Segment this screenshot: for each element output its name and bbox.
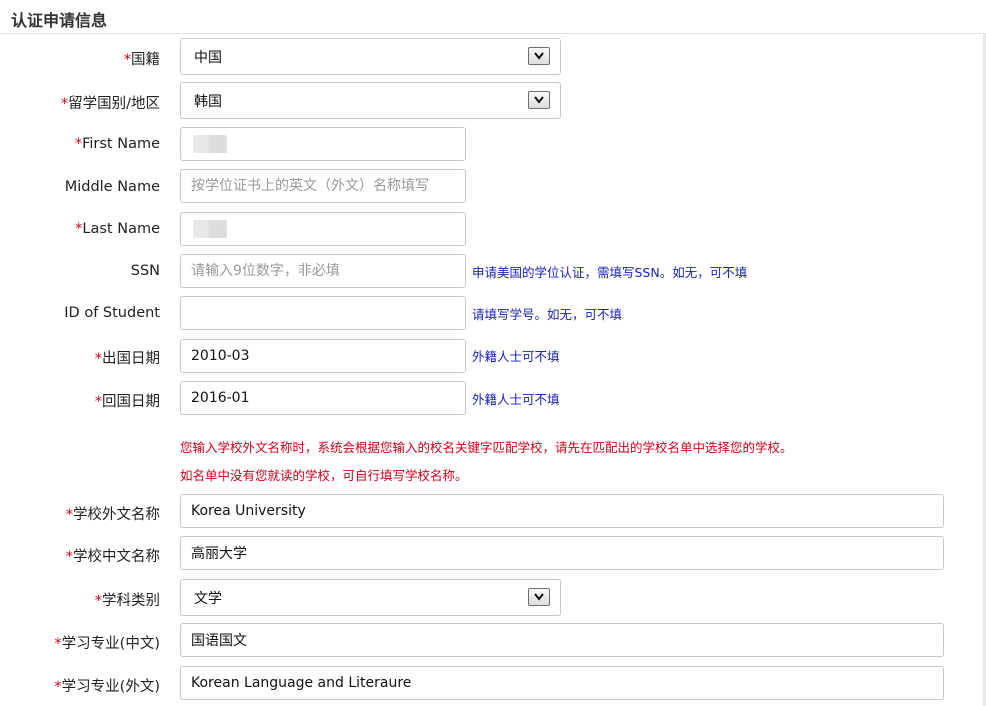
return-date-hint: 外籍人士可不填 [472,392,560,407]
nationality-selected-value: 中国 [194,50,222,66]
middle-name-input[interactable] [180,169,466,203]
chevron-down-icon[interactable] [528,91,550,109]
major-foreign-input[interactable] [180,666,944,700]
student-id-hint: 请填写学号。如无，可不填 [472,307,623,322]
section-title: 认证申请信息 [11,11,108,30]
major-chinese-label: *学习专业(中文) [54,636,160,652]
school-chinese-name-label: *学校中文名称 [65,549,160,565]
departure-date-hint: 外籍人士可不填 [472,349,560,364]
subject-category-select[interactable]: 文学 [180,579,561,616]
study-country-selected-value: 韩国 [194,94,222,110]
chevron-down-icon[interactable] [528,588,550,606]
school-match-notice-line2: 如名单中没有您就读的学校，可自行填写学校名称。 [180,468,468,483]
subject-category-selected-value: 文学 [194,591,222,607]
nationality-select[interactable]: 中国 [180,38,561,75]
major-foreign-label: *学习专业(外文) [54,679,160,695]
student-id-input[interactable] [180,296,466,330]
last-name-label: *Last Name [75,221,160,237]
redacted-text [193,220,227,238]
school-chinese-name-input[interactable] [180,536,944,570]
departure-date-input[interactable] [180,339,466,373]
school-match-notice-line1: 您输入学校外文名称时，系统会根据您输入的校名关键字匹配学校，请先在匹配出的学校名… [180,440,793,455]
return-date-input[interactable] [180,381,466,415]
major-chinese-input[interactable] [180,623,944,657]
study-country-select[interactable]: 韩国 [180,82,561,119]
ssn-hint: 申请美国的学位认证，需填写SSN。如无，可不填 [472,265,748,280]
student-id-label: ID of Student [64,305,160,321]
ssn-label: SSN [130,263,160,279]
redacted-text [193,135,227,153]
chevron-down-icon[interactable] [528,47,550,65]
section-header: 认证申请信息 [0,0,986,34]
departure-date-label: *出国日期 [94,351,160,367]
first-name-label: *First Name [74,136,160,152]
ssn-input[interactable] [180,254,466,288]
school-foreign-name-input[interactable] [180,494,944,528]
nationality-label: *国籍 [123,52,160,68]
study-country-label: *留学国别/地区 [60,96,160,112]
school-foreign-name-label: *学校外文名称 [65,507,160,523]
subject-category-label: *学科类别 [94,593,160,609]
middle-name-label: Middle Name [64,179,160,195]
return-date-label: *回国日期 [94,394,160,410]
